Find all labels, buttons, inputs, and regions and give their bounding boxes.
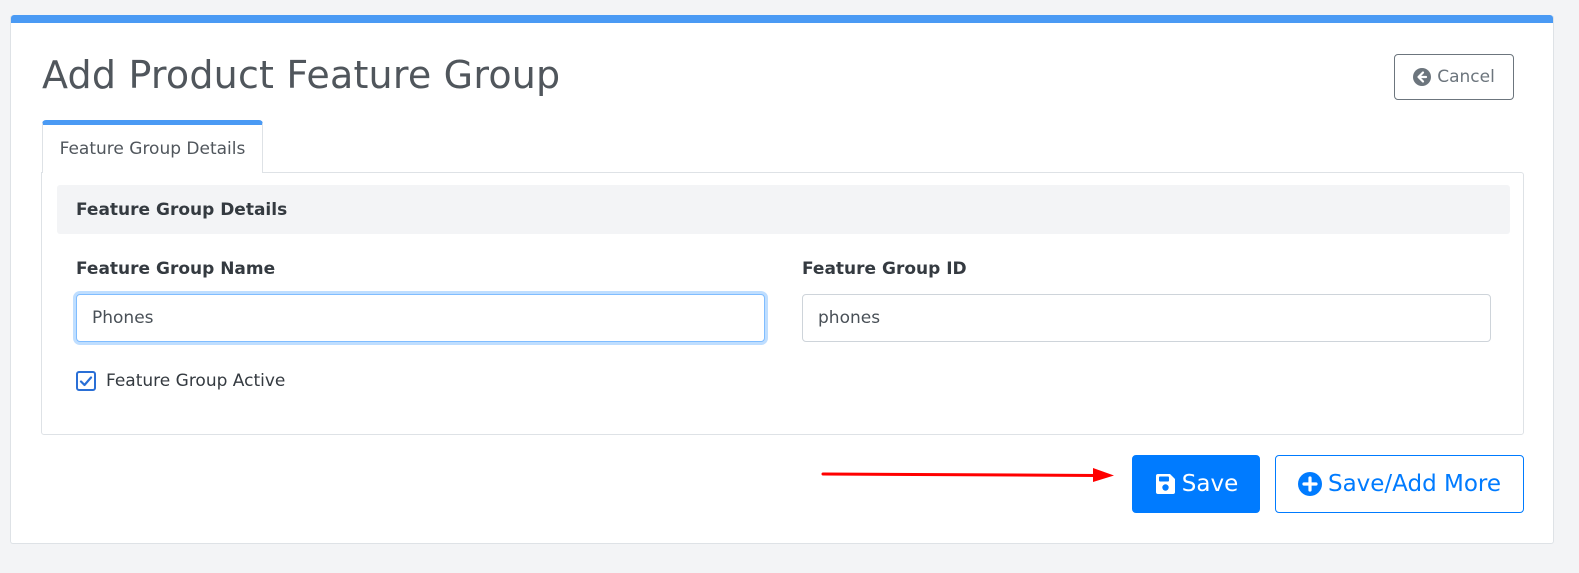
feature-group-name-input[interactable] [76,294,765,342]
circle-arrow-left-icon [1413,68,1432,86]
tab-feature-group-details[interactable]: Feature Group Details [42,120,263,173]
cancel-button[interactable]: Cancel [1394,54,1514,100]
feature-group-active-label: Feature Group Active [106,371,286,391]
tab-label: Feature Group Details [59,139,246,159]
main-card: Add Product Feature Group Cancel Feature… [10,15,1554,544]
feature-group-id-label: Feature Group ID [802,259,967,279]
feature-group-name-label: Feature Group Name [76,259,276,279]
section-title: Feature Group Details [76,199,288,220]
feature-group-active-checkbox[interactable] [76,371,96,391]
save-button[interactable]: Save [1132,455,1260,513]
red-arrow-right-icon [821,468,1114,482]
floppy-disk-icon [1154,473,1176,495]
card-accent-bar [11,15,1553,23]
tab-panel: Feature Group Details Feature Group Name… [41,172,1524,435]
feature-group-id-input[interactable] [802,294,1491,342]
plus-circle-icon [1297,472,1322,496]
feature-group-active-row: Feature Group Active [76,371,285,391]
checkmark-icon [79,376,93,387]
section-header: Feature Group Details [57,185,1510,234]
save-add-more-button-label: Save/Add More [1327,471,1502,497]
cancel-button-label: Cancel [1437,67,1495,87]
save-add-more-button[interactable]: Save/Add More [1275,455,1524,513]
page-title: Add Product Feature Group [42,53,561,97]
save-button-label: Save [1181,471,1239,497]
